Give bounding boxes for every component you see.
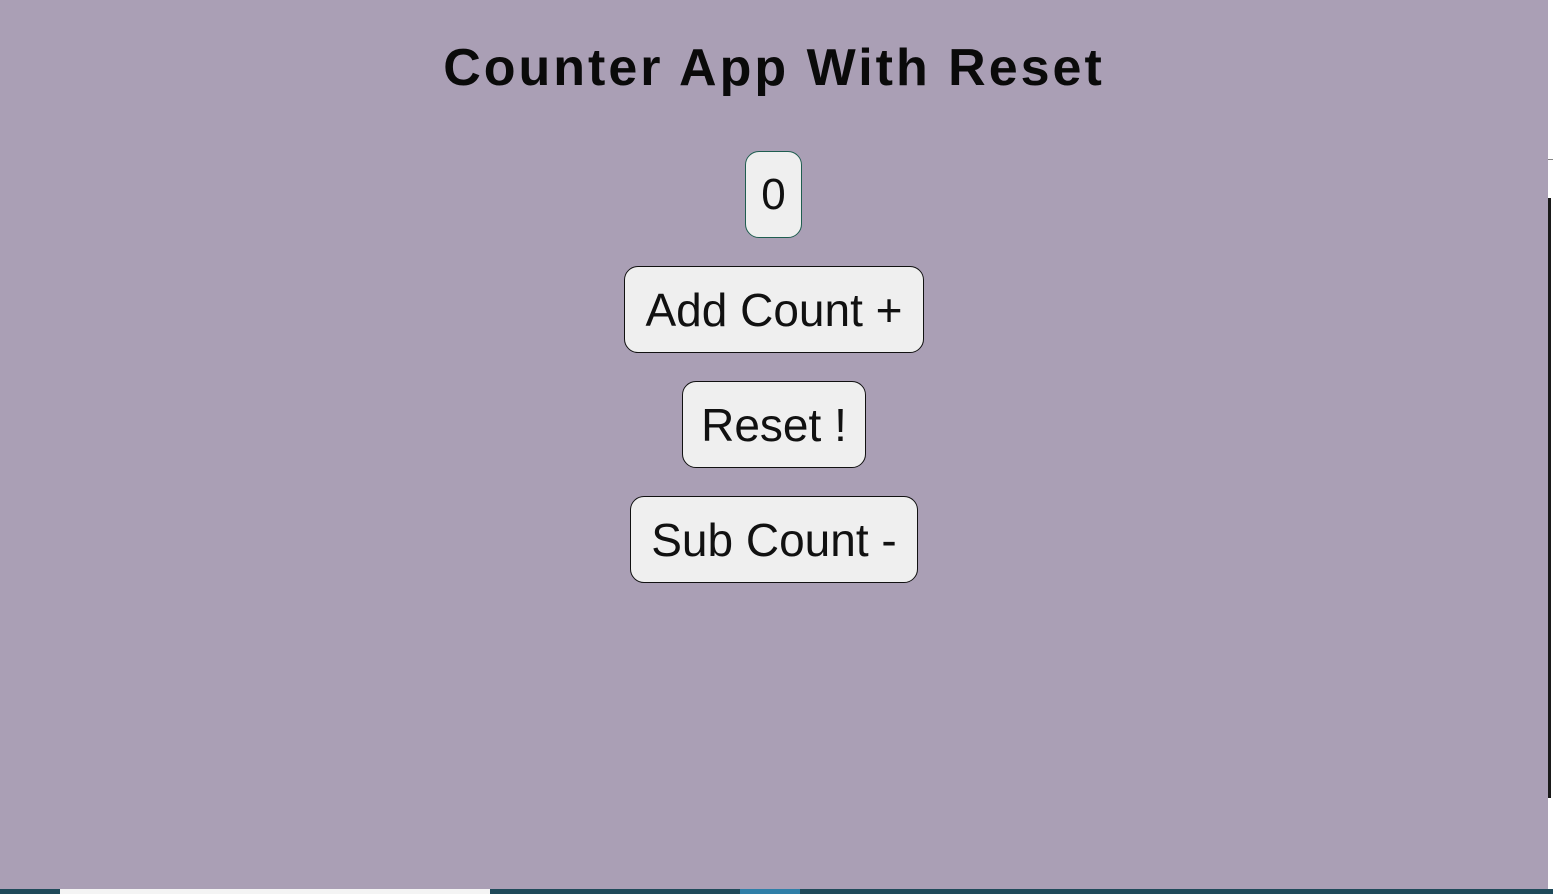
counter-app: Counter App With Reset 0 Add Count + Res… — [0, 0, 1548, 889]
add-count-button[interactable]: Add Count + — [624, 266, 924, 353]
reset-button[interactable]: Reset ! — [682, 381, 866, 468]
taskbar-search-strip[interactable] — [60, 889, 490, 894]
window-edge-scrollbar[interactable] — [1548, 198, 1551, 798]
taskbar-active-app-strip[interactable] — [740, 889, 800, 894]
window-edge-tick — [1548, 159, 1553, 160]
page-title: Counter App With Reset — [443, 39, 1105, 97]
sub-count-button[interactable]: Sub Count - — [630, 496, 918, 583]
count-display: 0 — [745, 151, 802, 238]
